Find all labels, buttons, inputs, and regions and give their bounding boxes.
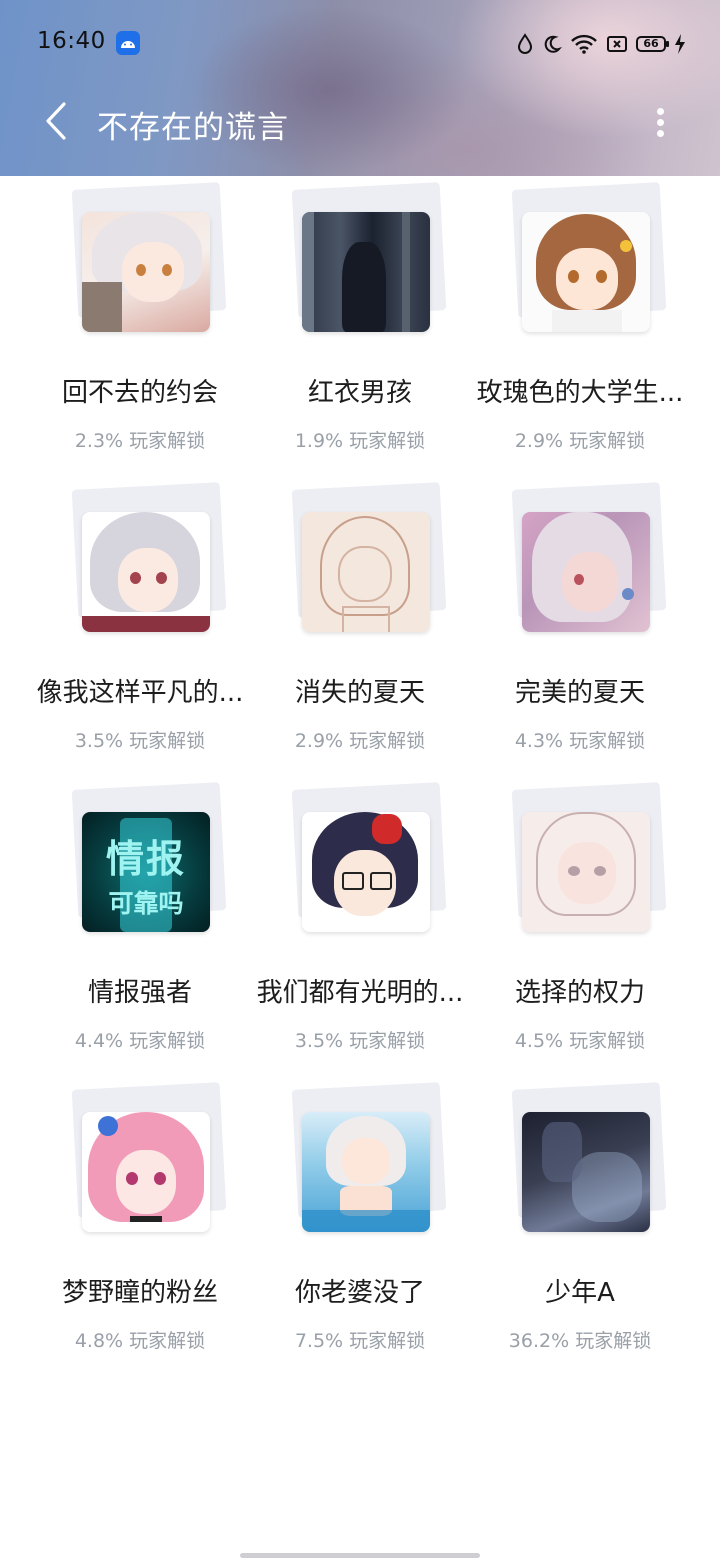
unlock-rate: 4.5% 玩家解锁 [514,1030,646,1052]
achievement-card[interactable]: 情报 可靠吗 情报强者 4.4% 玩家解锁 [30,776,250,1052]
achievement-card[interactable]: 你老婆没了 7.5% 玩家解锁 [250,1076,470,1352]
achievement-title: 梦野瞳的粉丝 [61,1278,218,1308]
unlock-rate: 1.9% 玩家解锁 [294,430,426,452]
achievement-cover-image [302,212,430,332]
chevron-left-icon [46,102,66,140]
achievement-card[interactable]: 回不去的约会 2.3% 玩家解锁 [30,176,250,452]
status-icons: 66 [516,30,686,58]
cover-text-main: 情报 [105,837,186,881]
achievement-cover-image [522,212,650,332]
achievement-cover-image [302,512,430,632]
achievement-card[interactable]: 完美的夏天 4.3% 玩家解锁 [470,476,690,752]
achievement-card[interactable]: 消失的夏天 2.9% 玩家解锁 [250,476,470,752]
achievement-title: 像我这样平凡的... [36,678,244,708]
sim-blocked-icon [607,36,627,52]
achievement-title: 玫瑰色的大学生... [476,378,684,408]
achievement-cover-image [302,812,430,932]
achievement-title: 选择的权力 [514,978,645,1008]
status-time: 16:40 [37,28,106,54]
more-dot-icon [657,108,664,115]
achievement-cover-image [302,1112,430,1232]
more-dot-icon [657,119,664,126]
unlock-rate: 4.3% 玩家解锁 [514,730,646,752]
app-header: 16:40 66 不存在的谎言 [0,0,720,176]
achievement-cover-image [82,1112,210,1232]
achievement-card[interactable]: 少年A 36.2% 玩家解锁 [470,1076,690,1352]
achievement-card[interactable]: 红衣男孩 1.9% 玩家解锁 [250,176,470,452]
more-options-button[interactable] [640,100,680,144]
unlock-rate: 3.5% 玩家解锁 [294,1030,426,1052]
charging-icon [675,34,685,54]
unlock-rate: 2.9% 玩家解锁 [514,430,646,452]
achievement-title: 少年A [545,1278,615,1308]
data-saver-icon [517,33,533,54]
achievement-cover-image [82,212,210,332]
unlock-rate: 7.5% 玩家解锁 [294,1330,426,1352]
achievement-cover-image [522,512,650,632]
more-dot-icon [657,130,664,137]
achievement-cover-image [522,812,650,932]
achievement-title: 情报强者 [87,978,192,1008]
achievement-cover-image [82,512,210,632]
back-button[interactable] [36,98,80,144]
page-title: 不存在的谎言 [97,110,289,146]
unlock-rate: 3.5% 玩家解锁 [74,730,206,752]
home-indicator[interactable] [240,1553,480,1558]
achievement-card[interactable]: 我们都有光明的... 3.5% 玩家解锁 [250,776,470,1052]
unlock-rate: 36.2% 玩家解锁 [508,1330,652,1352]
achievement-card[interactable]: 像我这样平凡的... 3.5% 玩家解锁 [30,476,250,752]
unlock-rate: 4.8% 玩家解锁 [74,1330,206,1352]
achievement-cover-image [522,1112,650,1232]
achievement-card[interactable]: 选择的权力 4.5% 玩家解锁 [470,776,690,1052]
achievement-card[interactable]: 玫瑰色的大学生... 2.9% 玩家解锁 [470,176,690,452]
moon-icon [544,35,562,53]
unlock-rate: 2.3% 玩家解锁 [74,430,206,452]
achievement-cover-image: 情报 可靠吗 [82,812,210,932]
unlock-rate: 4.4% 玩家解锁 [74,1030,206,1052]
achievement-title: 你老婆没了 [294,1278,425,1308]
battery-level: 66 [636,36,669,52]
wifi-icon [571,34,597,54]
achievement-title: 我们都有光明的... [256,978,464,1008]
unlock-rate: 2.9% 玩家解锁 [294,730,426,752]
achievement-card[interactable]: 梦野瞳的粉丝 4.8% 玩家解锁 [30,1076,250,1352]
achievement-title: 红衣男孩 [307,378,412,408]
cover-text-sub: 可靠吗 [108,889,184,918]
android-notification-icon [116,31,140,55]
achievement-title: 完美的夏天 [514,678,645,708]
achievement-title: 消失的夏天 [294,678,425,708]
achievement-title: 回不去的约会 [61,378,218,408]
